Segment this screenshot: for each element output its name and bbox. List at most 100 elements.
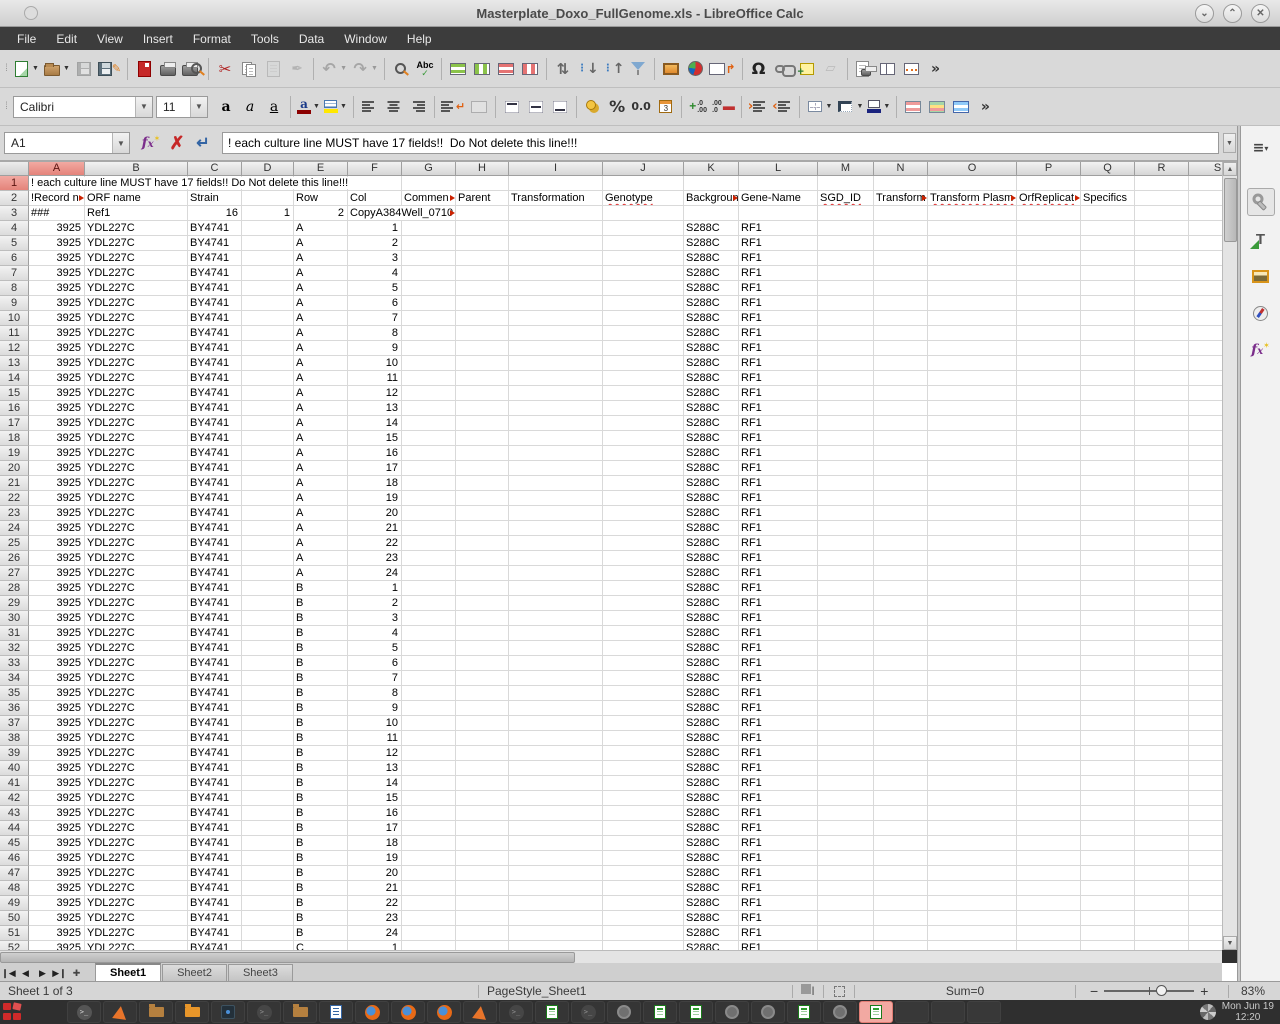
copy-button[interactable] <box>237 55 261 83</box>
cell-I35[interactable] <box>509 686 603 701</box>
cell-B10[interactable]: YDL227C <box>85 311 188 326</box>
cell-C36[interactable]: BY4741 <box>188 701 242 716</box>
cell-B20[interactable]: YDL227C <box>85 461 188 476</box>
cell-D47[interactable] <box>242 866 294 881</box>
cell-B42[interactable]: YDL227C <box>85 791 188 806</box>
cell-I21[interactable] <box>509 476 603 491</box>
cell-R10[interactable] <box>1135 311 1189 326</box>
cell-L6[interactable]: RF1 <box>739 251 818 266</box>
cell-M28[interactable] <box>818 581 874 596</box>
cell-R17[interactable] <box>1135 416 1189 431</box>
menu-data[interactable]: Data <box>290 29 333 49</box>
cell-F46[interactable]: 19 <box>348 851 402 866</box>
cell-R9[interactable] <box>1135 296 1189 311</box>
cell-E9[interactable]: A <box>294 296 348 311</box>
border-color-dropdown[interactable]: ▼ <box>883 103 890 110</box>
cell-H38[interactable] <box>456 731 509 746</box>
cell-K52[interactable]: S288C <box>684 941 739 950</box>
cell-B2[interactable]: ORF name <box>85 191 188 206</box>
cell-F52[interactable]: 1 <box>348 941 402 950</box>
cell-G41[interactable] <box>402 776 456 791</box>
cell-P28[interactable] <box>1017 581 1081 596</box>
cell-S10[interactable] <box>1189 311 1222 326</box>
cell-C44[interactable]: BY4741 <box>188 821 242 836</box>
cell-F12[interactable]: 9 <box>348 341 402 356</box>
cell-H18[interactable] <box>456 431 509 446</box>
sheet-nav-first[interactable]: ❙◀ <box>0 965 17 981</box>
cell-P11[interactable] <box>1017 326 1081 341</box>
cell-P37[interactable] <box>1017 716 1081 731</box>
row-header-28[interactable]: 28 <box>0 581 29 596</box>
cell-M17[interactable] <box>818 416 874 431</box>
cell-D22[interactable] <box>242 491 294 506</box>
cell-O41[interactable] <box>928 776 1017 791</box>
zoom-out-button[interactable]: − <box>1090 983 1098 999</box>
cell-L3[interactable] <box>739 206 818 221</box>
borders-dropdown[interactable]: ▼ <box>826 103 833 110</box>
cell-R14[interactable] <box>1135 371 1189 386</box>
cell-N33[interactable] <box>874 656 928 671</box>
cell-N37[interactable] <box>874 716 928 731</box>
cell-I52[interactable] <box>509 941 603 950</box>
cell-R49[interactable] <box>1135 896 1189 911</box>
cell-O46[interactable] <box>928 851 1017 866</box>
cell-K41[interactable]: S288C <box>684 776 739 791</box>
cell-Q48[interactable] <box>1081 881 1135 896</box>
cell-E31[interactable]: B <box>294 626 348 641</box>
cell-Q21[interactable] <box>1081 476 1135 491</box>
cell-D14[interactable] <box>242 371 294 386</box>
cell-N11[interactable] <box>874 326 928 341</box>
insert-row-button[interactable] <box>446 55 470 83</box>
cell-R29[interactable] <box>1135 596 1189 611</box>
cell-G34[interactable] <box>402 671 456 686</box>
cell-Q47[interactable] <box>1081 866 1135 881</box>
cell-E38[interactable]: B <box>294 731 348 746</box>
cell-O36[interactable] <box>928 701 1017 716</box>
cell-A30[interactable]: 3925 <box>29 611 85 626</box>
cell-A12[interactable]: 3925 <box>29 341 85 356</box>
cell-S50[interactable] <box>1189 911 1222 926</box>
cell-K46[interactable]: S288C <box>684 851 739 866</box>
cell-J18[interactable] <box>603 431 684 446</box>
cell-P26[interactable] <box>1017 551 1081 566</box>
cell-J23[interactable] <box>603 506 684 521</box>
cell-A15[interactable]: 3925 <box>29 386 85 401</box>
cell-C27[interactable]: BY4741 <box>188 566 242 581</box>
cell-H19[interactable] <box>456 446 509 461</box>
cell-S32[interactable] <box>1189 641 1222 656</box>
cell-Q46[interactable] <box>1081 851 1135 866</box>
cell-D52[interactable] <box>242 941 294 950</box>
sheet-nav-next[interactable]: ▶ <box>34 965 51 981</box>
cell-C32[interactable]: BY4741 <box>188 641 242 656</box>
delete-column-button[interactable] <box>518 55 542 83</box>
cell-M15[interactable] <box>818 386 874 401</box>
cell-F15[interactable]: 12 <box>348 386 402 401</box>
cell-B39[interactable]: YDL227C <box>85 746 188 761</box>
cell-K2[interactable]: Backgroun <box>684 191 739 206</box>
row-header-8[interactable]: 8 <box>0 281 29 296</box>
cell-R37[interactable] <box>1135 716 1189 731</box>
cell-M39[interactable] <box>818 746 874 761</box>
new-document-dropdown[interactable]: ▼ <box>32 65 39 72</box>
cell-F39[interactable]: 12 <box>348 746 402 761</box>
cell-B16[interactable]: YDL227C <box>85 401 188 416</box>
cell-J6[interactable] <box>603 251 684 266</box>
cell-G35[interactable] <box>402 686 456 701</box>
cell-F31[interactable]: 4 <box>348 626 402 641</box>
row-header-20[interactable]: 20 <box>0 461 29 476</box>
cell-F9[interactable]: 6 <box>348 296 402 311</box>
cell-J37[interactable] <box>603 716 684 731</box>
cell-A33[interactable]: 3925 <box>29 656 85 671</box>
cell-D10[interactable] <box>242 311 294 326</box>
zoom-level[interactable]: 83% <box>1229 984 1273 998</box>
cell-J35[interactable] <box>603 686 684 701</box>
align-left-button[interactable] <box>358 93 382 121</box>
cell-I1[interactable] <box>509 176 603 191</box>
cell-L7[interactable]: RF1 <box>739 266 818 281</box>
cell-S41[interactable] <box>1189 776 1222 791</box>
cell-C13[interactable]: BY4741 <box>188 356 242 371</box>
cell-F13[interactable]: 10 <box>348 356 402 371</box>
conditional-color-scale-button[interactable] <box>925 93 949 121</box>
cell-Q25[interactable] <box>1081 536 1135 551</box>
cell-S27[interactable] <box>1189 566 1222 581</box>
